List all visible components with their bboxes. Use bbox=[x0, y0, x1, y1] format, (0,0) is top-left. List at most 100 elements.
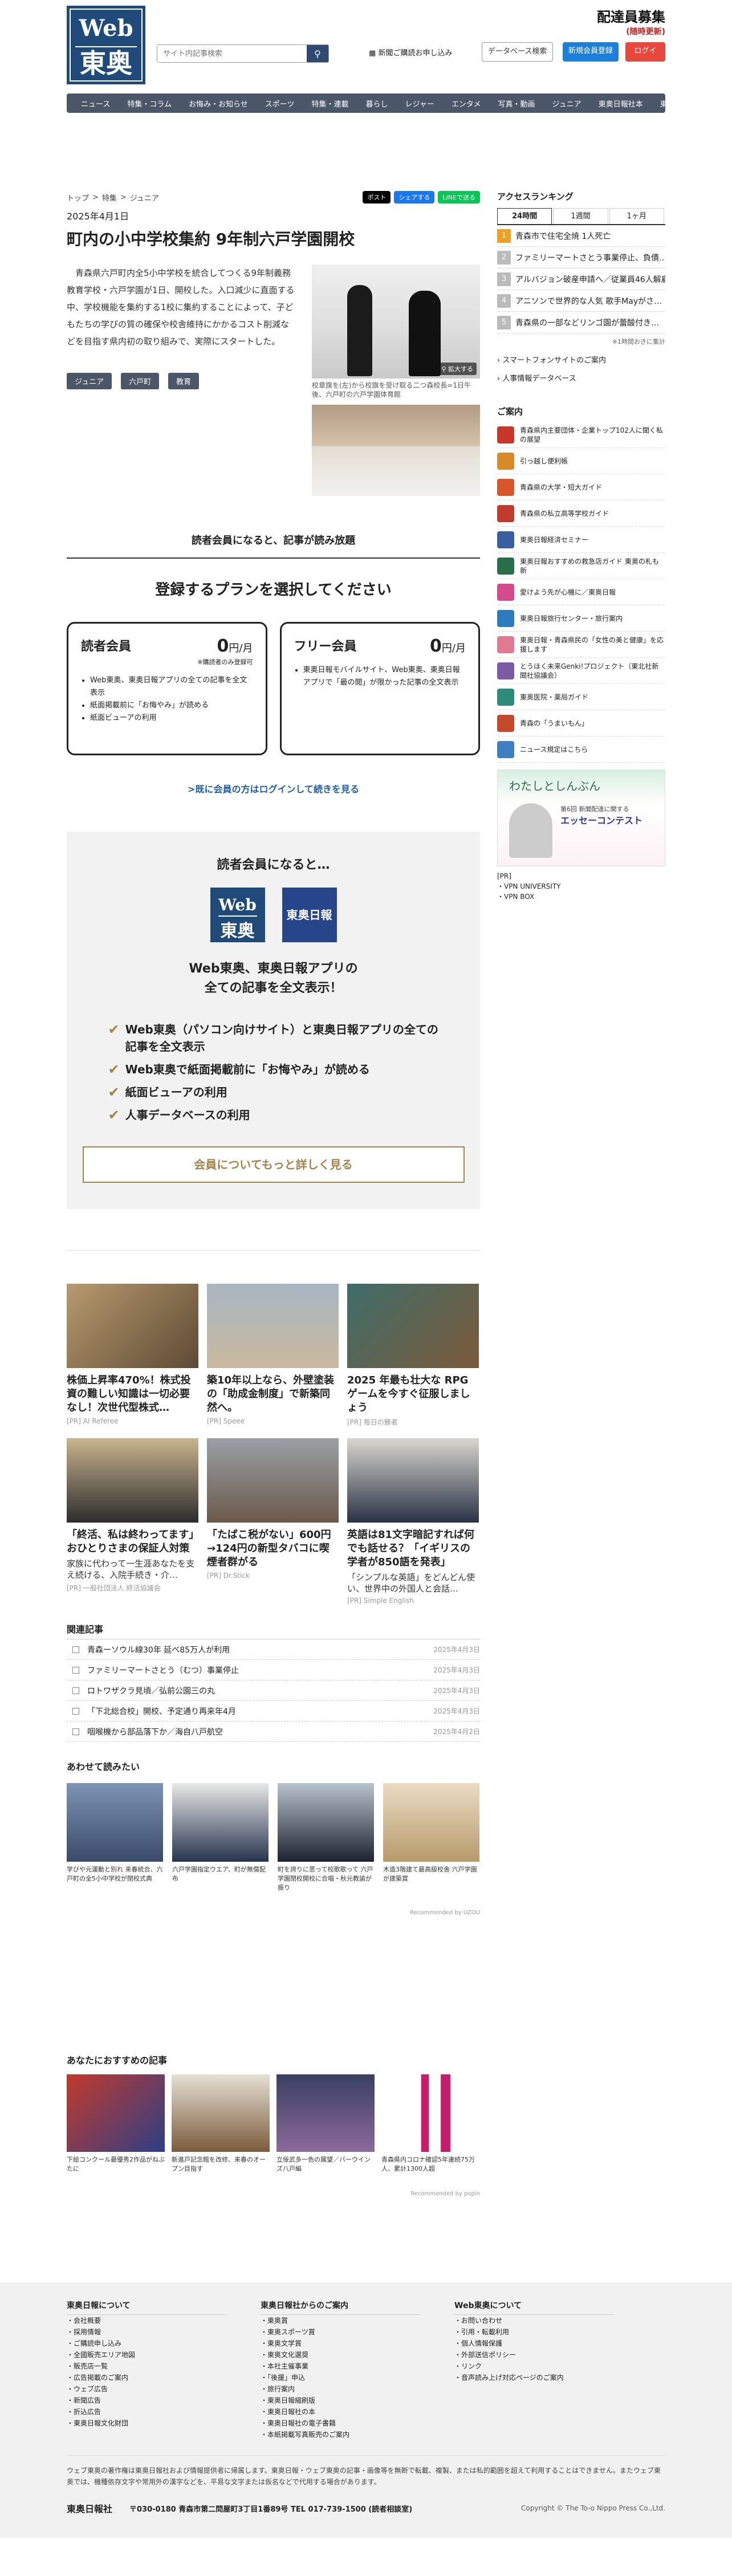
register-button[interactable]: 新規会員登録 bbox=[563, 42, 619, 62]
nav-item[interactable]: ジュニア bbox=[544, 98, 590, 109]
footer-link[interactable]: 外部送信ポリシー bbox=[454, 2349, 614, 2361]
share-facebook-button[interactable]: シェアする bbox=[394, 191, 435, 204]
ranking-item[interactable]: 2 ファミリーマートさとう事業停止、負債… bbox=[497, 247, 665, 268]
related-item[interactable]: 咽喉機から部品落下か／海自八戸航空 2025年4月2日 bbox=[67, 1722, 480, 1742]
tab-1week[interactable]: 1週間 bbox=[553, 208, 608, 224]
sponsored-card[interactable]: 「終活、私は終わってます」おひとりさまの保証人対策 家族に代わって一生涯あなたを… bbox=[67, 1438, 198, 1605]
also-read-item[interactable]: 木造3階建て最高級校舎 六戸学園が建築賞 bbox=[383, 1783, 479, 1893]
related-item[interactable]: 青森ーソウル線30年 延べ85万人が利用 2025年4月3日 bbox=[67, 1639, 480, 1660]
guide-item[interactable]: 東奥日報経済セミナー bbox=[497, 527, 665, 553]
recommended-item[interactable]: 青森県内コロナ確認5年連続75万人、累計1300人超 bbox=[381, 2074, 479, 2174]
nav-item[interactable]: 東奥広場 bbox=[652, 98, 698, 109]
pr-link[interactable]: ・VPN BOX bbox=[497, 892, 665, 902]
tab-24h[interactable]: 24時間 bbox=[497, 208, 552, 224]
footer-link[interactable]: 「後援」申込 bbox=[261, 2372, 420, 2383]
footer-link[interactable]: 東奥日報縮刷版 bbox=[261, 2395, 420, 2406]
footer-link[interactable]: 音声読み上げ対応ページのご案内 bbox=[454, 2372, 614, 2383]
breadcrumb-item[interactable]: トップ bbox=[67, 192, 89, 203]
plan-card-free[interactable]: フリー会員 0円/月 東奥日報モバイルサイト、Web東奥、東奥日報アプリで「最の… bbox=[279, 622, 480, 755]
nav-item[interactable]: 東奥日報社本 bbox=[590, 98, 652, 109]
tab-1month[interactable]: 1ヶ月 bbox=[609, 208, 664, 224]
footer-link[interactable]: 採用情報 bbox=[67, 2326, 226, 2338]
uzou-credit[interactable]: Recommended by UZOU bbox=[67, 1910, 480, 1916]
sponsored-card[interactable]: 築10年以上なら、外壁塗装の「助成金制度」で新築同然へ。 [PR] Speee bbox=[207, 1284, 339, 1427]
guide-item[interactable]: 東奥医院・薬局ガイド bbox=[497, 684, 665, 710]
database-button[interactable]: データベース検索 bbox=[482, 42, 554, 62]
share-x-button[interactable]: ポスト bbox=[363, 191, 391, 204]
also-read-item[interactable]: 町を誇りに思って校歌歌って 六戸学園閉校開校に合唱・秋元教諭が振り bbox=[278, 1783, 374, 1893]
footer-link[interactable]: 販売店一覧 bbox=[67, 2361, 226, 2372]
footer-link[interactable]: ご購読申し込み bbox=[67, 2338, 226, 2349]
guide-item[interactable]: ニュース規定はこちら bbox=[497, 736, 665, 763]
ranking-item[interactable]: 1 青森市で住宅全焼 1人死亡 bbox=[497, 225, 665, 247]
guide-item[interactable]: 愛けよう先が心機に／東奥日報 bbox=[497, 579, 665, 605]
related-item[interactable]: ロトワザクラ見頃／弘前公園三の丸 2025年4月3日 bbox=[67, 1680, 480, 1701]
sponsored-card[interactable]: 株価上昇率470%！株式投資の難しい知識は一切必要なし！次世代型株式… [PR]… bbox=[67, 1284, 198, 1427]
footer-link[interactable]: 全國販売エリア地図 bbox=[67, 2349, 226, 2361]
membership-details-button[interactable]: 会員についてもっと詳しく見る bbox=[82, 1146, 465, 1183]
guide-item[interactable]: 引っ越し便利帳 bbox=[497, 448, 665, 474]
footer-link[interactable]: 東奥日報文化財団 bbox=[67, 2418, 226, 2429]
nav-item[interactable]: スポーツ bbox=[257, 98, 303, 109]
nav-item[interactable]: レジャー bbox=[397, 98, 443, 109]
member-login-link[interactable]: >既に会員の方はログインして続きを見る bbox=[67, 782, 480, 795]
footer-link[interactable]: ウェブ広告 bbox=[67, 2383, 226, 2395]
recommended-item[interactable]: 新進戸記念館を改修、来春のオープン目指す bbox=[172, 2074, 270, 2174]
footer-link[interactable]: 旅行案内 bbox=[261, 2383, 420, 2395]
footer-link[interactable]: 東奥スポーツ賞 bbox=[261, 2326, 420, 2338]
footer-link[interactable]: 会社概要 bbox=[67, 2315, 226, 2326]
footer-link[interactable]: 引用・転載利用 bbox=[454, 2326, 614, 2338]
guide-item[interactable]: とうほく未来Genki!プロジェクト（東北社新聞社協議会） bbox=[497, 658, 665, 684]
guide-item[interactable]: 東奥日報おすすめの救急店ガイド 東奥の札も新 bbox=[497, 553, 665, 579]
nav-item[interactable]: ニュース bbox=[72, 98, 119, 109]
sponsored-card[interactable]: 2025 年最も壮大な RPG ゲームを今すぐ征服しましょう [PR] 毎日の勝… bbox=[347, 1284, 479, 1427]
nav-item[interactable]: お悔み・お知らせ bbox=[180, 98, 257, 109]
essay-contest-banner[interactable]: わたしとしんぶん 第6回 新聞配達に関する エッセーコンテスト bbox=[497, 770, 665, 866]
plan-card-reader[interactable]: 読者会員 0円/月 ※購読者のみ登録可 Web東奥、東奥日報アプリの全ての記事を… bbox=[67, 622, 267, 755]
guide-item[interactable]: 東奥日報旅行センター・旅行案内 bbox=[497, 605, 665, 632]
also-read-item[interactable]: 六戸学園指定ウエア、町が無償配布 bbox=[172, 1783, 269, 1893]
footer-link[interactable]: 新聞広告 bbox=[67, 2395, 226, 2406]
footer-link[interactable]: 東奥文学賞 bbox=[261, 2338, 420, 2349]
also-read-item[interactable]: 学びや元運動と別れ 来春統合、六戸町の全5小中学校が閉校式典 bbox=[67, 1783, 163, 1893]
sponsored-card[interactable]: 「たばこ税がない」600円→124円の新型タバコに喫煙者群がる [PR] Dr.… bbox=[207, 1438, 339, 1605]
guide-item[interactable]: 青森の「うまいもん」 bbox=[497, 710, 665, 736]
site-logo[interactable]: Web 東奥 bbox=[67, 6, 145, 84]
guide-item[interactable]: 東奥日報・青森県民の「女性の美と健康」を応援します bbox=[497, 632, 665, 658]
tag-item[interactable]: 教育 bbox=[168, 373, 200, 389]
sponsored-card[interactable]: 英語は81文字暗記すれば何でも話せる？「イギリスの学者が850語を発表」 「シン… bbox=[347, 1438, 479, 1605]
footer-link[interactable]: 東奥文化選奨 bbox=[261, 2349, 420, 2361]
tag-item[interactable]: ジュニア bbox=[67, 373, 112, 389]
ranking-item[interactable]: 5 青森県の一部などリンゴ園が蕾酸付き… bbox=[497, 312, 665, 333]
ranking-item[interactable]: 4 アニソンで世界的な人気 歌手Mayがさ… bbox=[497, 290, 665, 312]
subscribe-link[interactable]: ▦ 新聞ご購読お申し込み bbox=[369, 46, 452, 62]
recruit-banner[interactable]: 配達員募集 (随時更新) bbox=[597, 6, 665, 37]
login-button[interactable]: ログイン bbox=[625, 42, 665, 74]
related-item[interactable]: ファミリーマートさとう（むつ）事業停止 2025年4月3日 bbox=[67, 1660, 480, 1680]
nav-item[interactable]: 特集・連載 bbox=[303, 98, 357, 109]
zoom-button[interactable]: ⚲ 拡大する bbox=[438, 363, 477, 375]
search-input[interactable] bbox=[157, 45, 307, 62]
popin-credit[interactable]: Recommended by popin bbox=[67, 2191, 480, 2197]
footer-link[interactable]: 東奥日報社の電子書籍 bbox=[261, 2418, 420, 2429]
related-item[interactable]: 「下北総合校」開校、予定通り再来年4月 2025年4月3日 bbox=[67, 1701, 480, 1722]
footer-link[interactable]: リンク bbox=[454, 2361, 614, 2372]
footer-link[interactable]: 本紙掲載写真販売のご案内 bbox=[261, 2429, 420, 2440]
tag-item[interactable]: 六戸町 bbox=[121, 373, 160, 389]
pr-link[interactable]: ・VPN UNIVERSITY bbox=[497, 881, 665, 892]
nav-item[interactable]: 特集・コラム bbox=[119, 98, 180, 109]
footer-link[interactable]: 広告掲載のご案内 bbox=[67, 2372, 226, 2383]
breadcrumb-item[interactable]: ジュニア bbox=[130, 192, 159, 203]
nav-item[interactable]: エンタメ bbox=[443, 98, 490, 109]
nav-item[interactable]: 暮らし bbox=[357, 98, 397, 109]
side-link[interactable]: › スマートフォンサイトのご案内 bbox=[497, 352, 665, 370]
footer-link[interactable]: 個人情報保護 bbox=[454, 2338, 614, 2349]
side-link[interactable]: › 人事情報データベース bbox=[497, 370, 665, 388]
nav-item[interactable]: 写真・動画 bbox=[490, 98, 544, 109]
share-line-button[interactable]: LINEで送る bbox=[438, 191, 480, 204]
guide-item[interactable]: 青森県の大学・短大ガイド bbox=[497, 474, 665, 500]
footer-link[interactable]: 東奥賞 bbox=[261, 2315, 420, 2326]
ranking-item[interactable]: 3 アルバジョン破産申請へ／従業員46人解雇 bbox=[497, 268, 665, 290]
search-button[interactable]: ⚲ bbox=[307, 45, 328, 62]
guide-item[interactable]: 青森県内主要団体・企業トップ102人に聞く私の展望 bbox=[497, 422, 665, 448]
